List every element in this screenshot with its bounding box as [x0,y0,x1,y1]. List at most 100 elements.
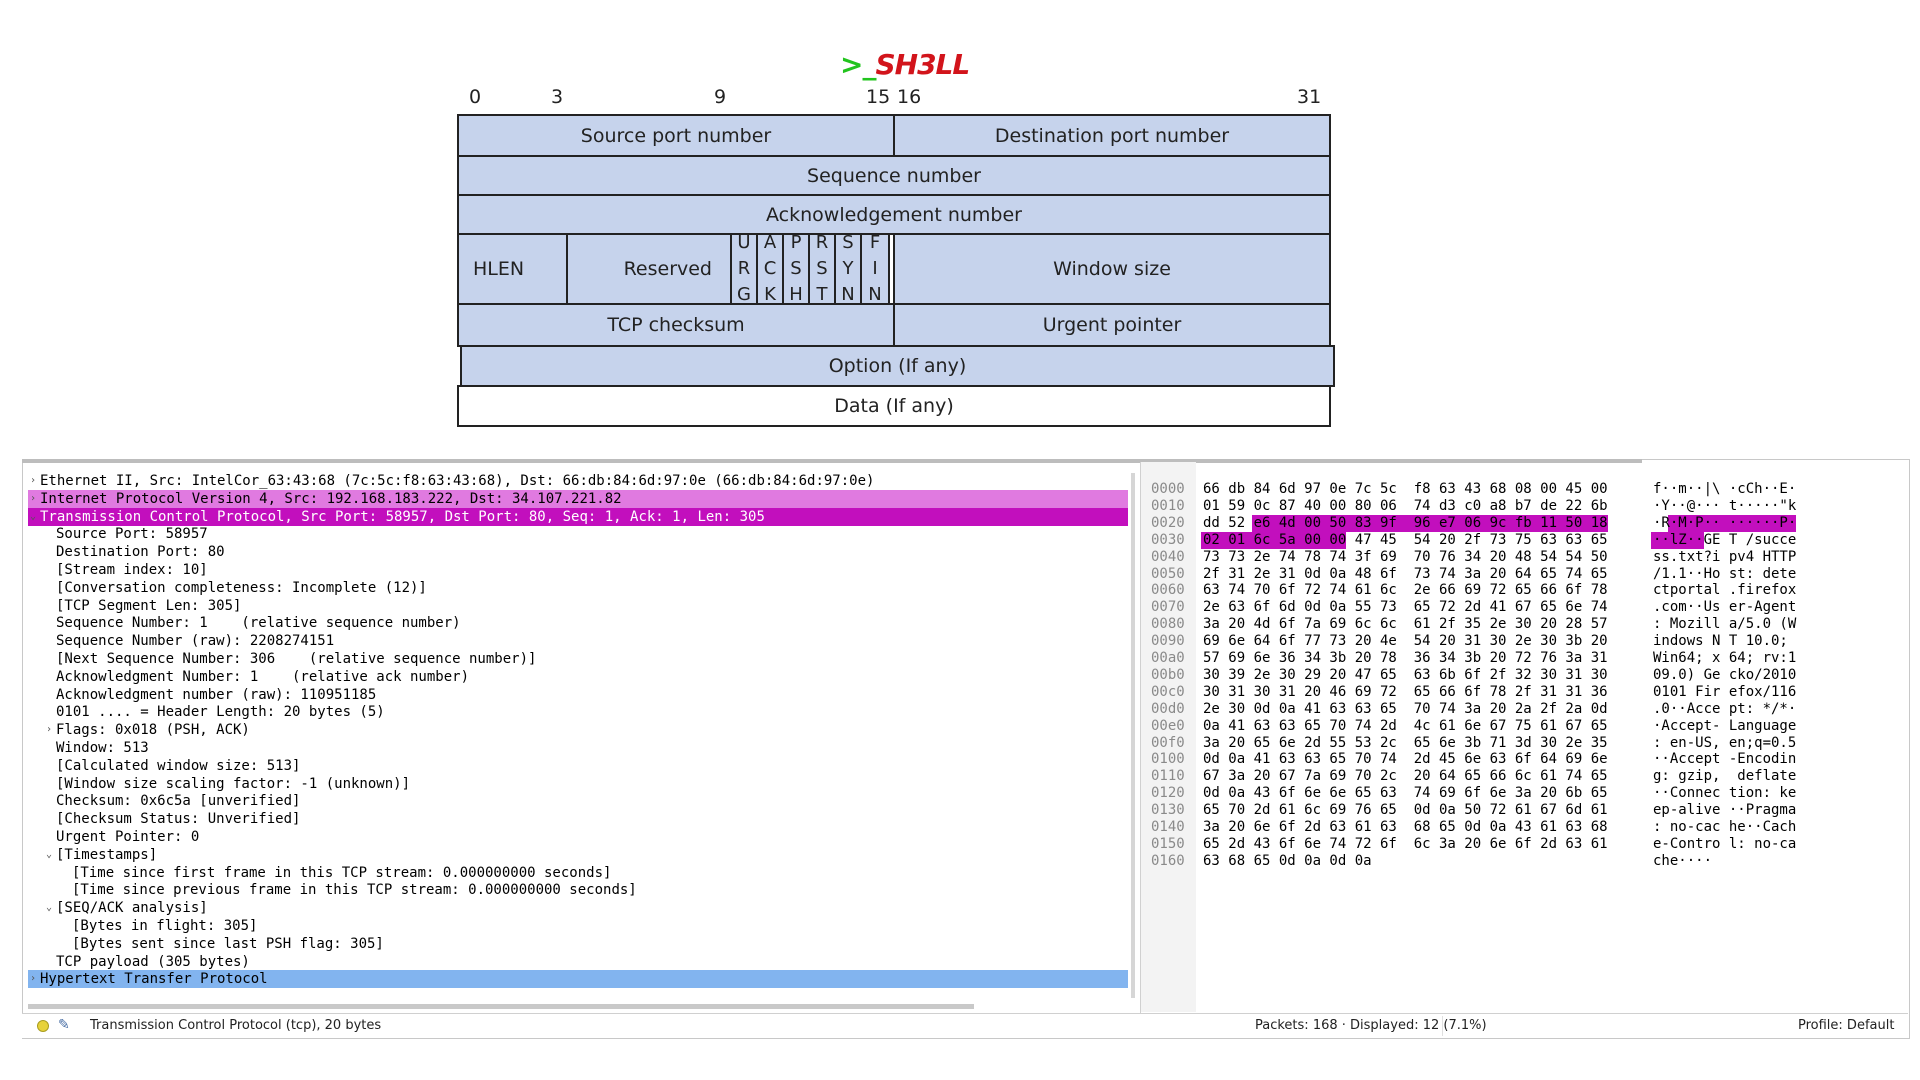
acknowledgement-number-field: Acknowledgement number [457,194,1331,235]
details-vertical-scrollbar[interactable] [1131,473,1135,998]
expand-arrow-icon[interactable]: › [28,970,38,988]
profile-selector[interactable]: Profile: Default [1798,1018,1894,1033]
tree-row-bytes-since-psh[interactable]: [Bytes sent since last PSH flag: 305] [28,935,1128,953]
collapse-arrow-icon[interactable]: ⌄ [44,846,54,864]
tree-row-checksum[interactable]: Checksum: 0x6c5a [unverified] [28,792,1128,810]
hex-row[interactable]: 0140 3a 20 6e 6f 2d 63 61 63 68 65 0d 0a … [1141,819,1901,836]
tree-row-source-port[interactable]: Source Port: 58957 [28,525,1128,543]
hex-bytes: 57 69 6e 36 34 3b 20 78 36 34 3b 20 72 7… [1203,650,1608,666]
tree-row-ack-number[interactable]: Acknowledgment Number: 1 (relative ack n… [28,668,1128,686]
hex-bytes: 02 01 6c 5a 00 00 47 45 54 20 2f 73 75 6… [1203,531,1608,548]
ascii-text: ··lZ··GE T /succe [1653,531,1797,548]
tree-row-bytes-in-flight[interactable]: [Bytes in flight: 305] [28,917,1128,935]
hex-row[interactable]: 0130 65 70 2d 61 6c 69 76 65 0d 0a 50 72 … [1141,802,1901,819]
hex-row[interactable]: 00f0 3a 20 65 6e 2d 55 53 2c 65 6e 3b 71 … [1141,735,1901,752]
tree-row-time-first-frame[interactable]: [Time since first frame in this TCP stre… [28,864,1128,882]
expand-arrow-icon[interactable]: › [44,721,54,739]
tree-row-ack-raw[interactable]: Acknowledgment number (raw): 110951185 [28,686,1128,704]
tree-row-stream-index[interactable]: [Stream index: 10] [28,561,1128,579]
ascii-text: ss.txt?i pv4 HTTP [1653,548,1797,565]
edit-comment-icon[interactable]: ✎ [58,1017,70,1033]
details-horizontal-scrollbar[interactable] [28,1004,974,1009]
expand-arrow-icon[interactable]: › [28,490,38,508]
tree-row-time-previous-frame[interactable]: [Time since previous frame in this TCP s… [28,881,1128,899]
tree-row-text: [Window size scaling factor: -1 (unknown… [56,775,411,792]
hex-bytes: 66 db 84 6d 97 0e 7c 5c f8 63 43 68 08 0… [1203,481,1608,497]
tree-row-text: Ethernet II, Src: IntelCor_63:43:68 (7c:… [40,473,875,489]
hex-row[interactable]: 0080 3a 20 4d 6f 7a 69 6c 6c 61 2f 35 2e … [1141,616,1901,633]
hex-row[interactable]: 0020 dd 52 e6 4d 00 50 83 9f 96 e7 06 9c … [1141,515,1901,532]
hex-bytes: 0d 0a 43 6f 6e 6e 65 63 74 69 6f 6e 3a 2… [1203,785,1608,802]
flag-fin: FIN [860,232,890,305]
ascii-text: : en-US, en;q=0.5 [1653,734,1797,751]
hex-row[interactable]: 0000 66 db 84 6d 97 0e 7c 5c f8 63 43 68 … [1141,481,1901,498]
hex-row[interactable]: 0100 0d 0a 41 63 63 65 70 74 2d 45 6e 63 … [1141,751,1901,768]
tree-row-sequence-raw[interactable]: Sequence Number (raw): 2208274151 [28,632,1128,650]
hex-row[interactable]: 00e0 0a 41 63 63 65 70 74 2d 4c 61 6e 67 … [1141,718,1901,735]
hex-bytes: 63 68 65 0d 0a 0d 0a [1203,852,1372,869]
tree-row-header-length[interactable]: 0101 .... = Header Length: 20 bytes (5) [28,703,1128,721]
hex-row[interactable]: 00d0 2e 30 0d 0a 41 63 63 65 70 74 3a 20 … [1141,701,1901,718]
hex-offset: 0060 [1151,582,1185,599]
hex-row[interactable]: 0040 73 73 2e 74 78 74 3f 69 70 76 34 20 … [1141,549,1901,566]
tree-row-http[interactable]: › Hypertext Transfer Protocol [28,970,1128,989]
tree-row-window[interactable]: Window: 513 [28,739,1128,757]
packet-bytes-pane[interactable]: 0000 66 db 84 6d 97 0e 7c 5c f8 63 43 68 … [1141,462,1906,1014]
expand-arrow-icon[interactable]: › [28,472,38,490]
tree-row-text: [Time since first frame in this TCP stre… [72,864,612,881]
tree-row-next-sequence[interactable]: [Next Sequence Number: 306 (relative seq… [28,650,1128,668]
hex-row[interactable]: 0030 02 01 6c 5a 00 00 47 45 54 20 2f 73 … [1141,532,1901,549]
tree-row-ipv4[interactable]: › Internet Protocol Version 4, Src: 192.1… [28,489,1128,508]
hex-row[interactable]: 0110 67 3a 20 67 7a 69 70 2c 20 64 65 66 … [1141,768,1901,785]
hex-row[interactable]: 0070 2e 63 6f 6d 0d 0a 55 73 65 72 2d 41 … [1141,599,1901,616]
hex-row[interactable]: 0160 63 68 65 0d 0a 0d 0a che···· [1141,853,1901,870]
ascii-text: ctportal .firefox [1653,582,1797,599]
tree-row-timestamps[interactable]: ⌄ [Timestamps] [28,846,1128,864]
hex-row[interactable]: 00b0 30 39 2e 30 29 20 47 65 63 6b 6f 2f … [1141,667,1901,684]
hex-row[interactable]: 00c0 30 31 30 31 20 46 69 72 65 66 6f 78 … [1141,684,1901,701]
tree-row-urgent-pointer[interactable]: Urgent Pointer: 0 [28,828,1128,846]
tree-row-text: [Stream index: 10] [56,562,208,578]
packet-details-pane[interactable]: › Ethernet II, Src: IntelCor_63:43:68 (7c… [28,472,1128,1012]
flag-ack-letter-1: A [763,232,777,253]
bit-label-16: 16 [897,86,922,108]
tree-row-seq-ack-analysis[interactable]: ⌄ [SEQ/ACK analysis] [28,899,1128,917]
flag-urg: URG [730,232,758,305]
ascii-text: .0··Acce pt: */*· [1653,700,1797,717]
tree-row-flags[interactable]: › Flags: 0x018 (PSH, ACK) [28,721,1128,739]
window-size-field: Window size [893,233,1331,305]
hex-row[interactable]: 00a0 57 69 6e 36 34 3b 20 78 36 34 3b 20 … [1141,650,1901,667]
hex-bytes: 0d 0a 41 63 63 65 70 74 2d 45 6e 63 6f 6… [1203,751,1608,768]
status-message: Transmission Control Protocol (tcp), 20 … [90,1018,382,1033]
tree-row-checksum-status[interactable]: [Checksum Status: Unverified] [28,810,1128,828]
hex-offset: 00e0 [1151,717,1185,734]
tree-row-tcp-payload[interactable]: TCP payload (305 bytes) [28,953,1128,971]
hex-offset: 0110 [1151,768,1185,785]
flag-fin-letter-2: I [872,258,878,279]
ascii-text: f··m··|\ ·cCh··E· [1653,481,1797,497]
tree-row-destination-port[interactable]: Destination Port: 80 [28,543,1128,561]
hex-row[interactable]: 0060 63 74 70 6f 72 74 61 6c 2e 66 69 72 … [1141,582,1901,599]
hex-row[interactable]: 0150 65 2d 43 6f 6e 74 72 6f 6c 3a 20 6e … [1141,836,1901,853]
hex-bytes: 67 3a 20 67 7a 69 70 2c 20 64 65 66 6c 6… [1203,768,1608,785]
expert-info-icon[interactable] [37,1020,49,1032]
ascii-text: /1.1··Ho st: dete [1653,565,1797,582]
hex-offset: 0040 [1151,548,1185,565]
collapse-arrow-icon[interactable]: ⌄ [28,508,38,526]
tree-row-conversation-completeness[interactable]: [Conversation completeness: Incomplete (… [28,579,1128,597]
hex-row[interactable]: 0010 01 59 0c 87 40 00 80 06 74 d3 c0 a8 … [1141,498,1901,515]
flag-rst: RST [808,232,836,305]
tree-row-calculated-window[interactable]: [Calculated window size: 513] [28,757,1128,775]
ascii-text: : Mozill a/5.0 (W [1653,616,1797,633]
collapse-arrow-icon[interactable]: ⌄ [44,899,54,917]
hex-offset: 0020 [1151,514,1185,531]
tree-row-tcp[interactable]: ⌄ Transmission Control Protocol, Src Port… [28,507,1128,526]
ascii-text: 09.0) Ge cko/2010 [1653,666,1797,683]
tree-row-ethernet[interactable]: › Ethernet II, Src: IntelCor_63:43:68 (7c… [28,472,1128,490]
hex-row[interactable]: 0090 69 6e 64 6f 77 73 20 4e 54 20 31 30 … [1141,633,1901,650]
hex-row[interactable]: 0120 0d 0a 43 6f 6e 6e 65 63 74 69 6f 6e … [1141,785,1901,802]
hex-row[interactable]: 0050 2f 31 2e 31 0d 0a 48 6f 73 74 3a 20 … [1141,566,1901,583]
tree-row-segment-len[interactable]: [TCP Segment Len: 305] [28,597,1128,615]
tree-row-sequence-number[interactable]: Sequence Number: 1 (relative sequence nu… [28,614,1128,632]
tree-row-window-scaling[interactable]: [Window size scaling factor: -1 (unknown… [28,775,1128,793]
